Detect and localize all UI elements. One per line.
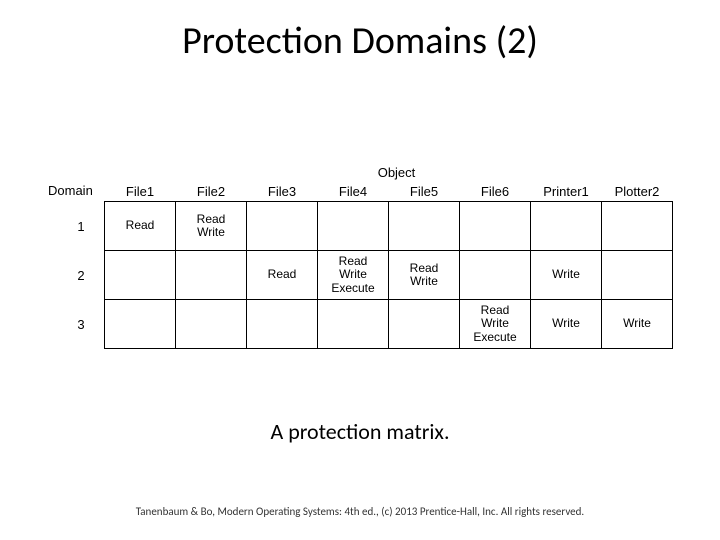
cell xyxy=(531,202,602,251)
cell xyxy=(389,202,460,251)
domain-axis-label: Domain xyxy=(48,183,93,198)
cell: ReadWriteExecute xyxy=(460,300,531,349)
cell: Write xyxy=(602,300,673,349)
column-header-row: File1 File2 File3 File4 File5 File6 Prin… xyxy=(50,182,673,202)
cell xyxy=(389,300,460,349)
row-header: 1 xyxy=(50,202,105,251)
cell xyxy=(460,251,531,300)
cell xyxy=(318,300,389,349)
col-header: File4 xyxy=(318,182,389,202)
col-header: File2 xyxy=(176,182,247,202)
cell xyxy=(460,202,531,251)
cell: Write xyxy=(531,251,602,300)
col-header: File1 xyxy=(105,182,176,202)
cell: Read xyxy=(247,251,318,300)
caption: A protection matrix. xyxy=(0,418,720,445)
matrix-table: File1 File2 File3 File4 File5 File6 Prin… xyxy=(50,182,673,349)
cell xyxy=(247,300,318,349)
table-row: 1 Read ReadWrite xyxy=(50,202,673,251)
slide: Protection Domains (2) Object Domain Fil… xyxy=(0,0,720,540)
slide-title: Protection Domains (2) xyxy=(0,18,720,64)
footer-credit: Tanenbaum & Bo, Modern Operating Systems… xyxy=(0,505,720,518)
cell xyxy=(318,202,389,251)
table-row: 2 Read ReadWriteExecute ReadWrite Write xyxy=(50,251,673,300)
cell xyxy=(247,202,318,251)
protection-matrix: Object Domain File1 File2 File3 File4 Fi… xyxy=(50,165,673,349)
col-header: File5 xyxy=(389,182,460,202)
cell: Write xyxy=(531,300,602,349)
col-header: Plotter2 xyxy=(602,182,673,202)
cell xyxy=(105,300,176,349)
col-header: Printer1 xyxy=(531,182,602,202)
cell: Read xyxy=(105,202,176,251)
cell: ReadWrite xyxy=(389,251,460,300)
row-header: 3 xyxy=(50,300,105,349)
cell xyxy=(176,300,247,349)
cell xyxy=(602,202,673,251)
cell xyxy=(176,251,247,300)
cell xyxy=(105,251,176,300)
cell: ReadWriteExecute xyxy=(318,251,389,300)
col-header: File6 xyxy=(460,182,531,202)
cell xyxy=(602,251,673,300)
col-header: File3 xyxy=(247,182,318,202)
cell: ReadWrite xyxy=(176,202,247,251)
table-row: 3 ReadWriteExecute Write Write xyxy=(50,300,673,349)
object-axis-label: Object xyxy=(120,165,673,180)
row-header: 2 xyxy=(50,251,105,300)
